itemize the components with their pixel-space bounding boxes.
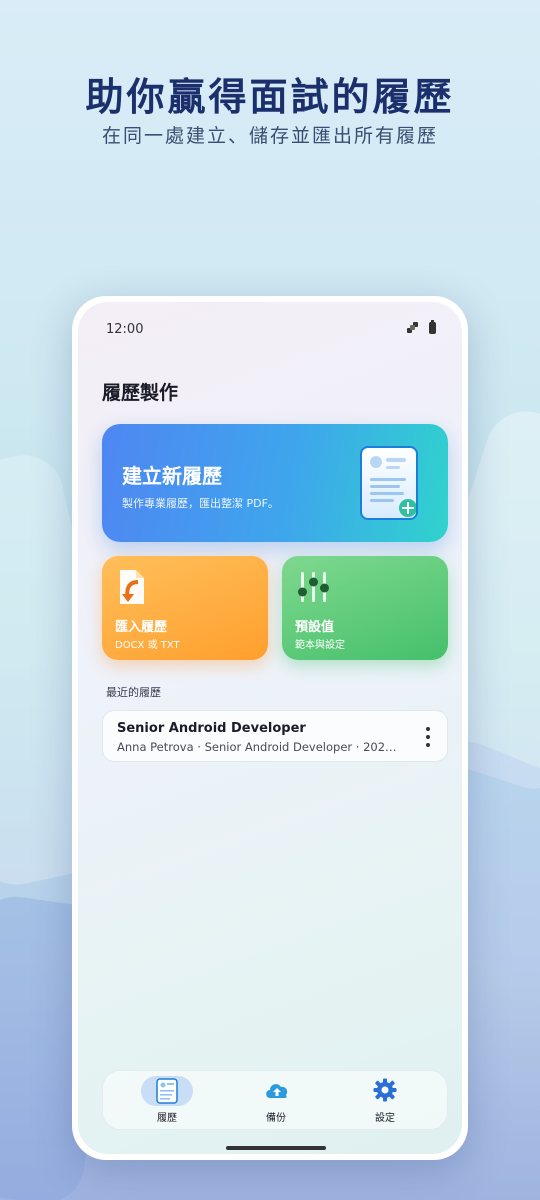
nav-item-backup[interactable]: 備份 bbox=[226, 1071, 326, 1131]
gear-icon bbox=[373, 1078, 397, 1104]
nav-label-resume: 履歷 bbox=[157, 1113, 177, 1124]
import-resume-title: 匯入履歷 bbox=[115, 620, 168, 635]
battery-icon bbox=[429, 320, 436, 334]
page-title: 履歷製作 bbox=[102, 382, 179, 404]
home-indicator[interactable] bbox=[226, 1146, 326, 1150]
status-time: 12:00 bbox=[106, 322, 144, 337]
presets-subtitle: 範本與設定 bbox=[295, 640, 345, 651]
status-icons bbox=[407, 320, 436, 334]
nav-label-backup: 備份 bbox=[266, 1113, 286, 1124]
import-resume-subtitle: DOCX 或 TXT bbox=[115, 640, 180, 651]
recent-resume-item[interactable]: Senior Android Developer Anna Petrova · … bbox=[102, 710, 448, 762]
nav-label-settings: 設定 bbox=[375, 1113, 395, 1124]
create-resume-title: 建立新履歷 bbox=[122, 464, 222, 488]
cloud-upload-icon bbox=[264, 1078, 288, 1104]
import-resume-card[interactable]: 匯入履歷 DOCX 或 TXT bbox=[102, 556, 268, 660]
marketing-headline: 助你贏得面試的履歷 bbox=[85, 75, 455, 119]
resume-icon bbox=[155, 1078, 179, 1104]
new-document-icon bbox=[360, 446, 418, 520]
import-file-icon bbox=[116, 568, 148, 606]
bottom-navigation: 履歷 備份 設定 bbox=[102, 1070, 448, 1130]
more-options-icon[interactable] bbox=[425, 727, 431, 747]
resume-item-subtitle: Anna Petrova · Senior Android Developer … bbox=[117, 740, 403, 754]
nav-item-settings[interactable]: 設定 bbox=[335, 1071, 435, 1131]
resume-item-title: Senior Android Developer bbox=[117, 721, 306, 736]
sliders-icon bbox=[296, 570, 332, 604]
nav-item-resume[interactable]: 履歷 bbox=[117, 1071, 217, 1131]
presets-title: 預設值 bbox=[295, 620, 335, 635]
signal-icon bbox=[407, 322, 419, 334]
create-resume-card[interactable]: 建立新履歷 製作專業履歷，匯出整潔 PDF。 bbox=[102, 424, 448, 542]
create-resume-subtitle: 製作專業履歷，匯出整潔 PDF。 bbox=[122, 497, 279, 510]
app-screen: 12:00 履歷製作 建立新履歷 製作專業履歷，匯出整潔 PDF。 匯入履歷 D… bbox=[78, 302, 462, 1154]
presets-card[interactable]: 預設值 範本與設定 bbox=[282, 556, 448, 660]
recent-resumes-label: 最近的履歷 bbox=[106, 686, 161, 699]
marketing-subline: 在同一處建立、儲存並匯出所有履歷 bbox=[101, 125, 438, 147]
phone-frame: 12:00 履歷製作 建立新履歷 製作專業履歷，匯出整潔 PDF。 匯入履歷 D… bbox=[72, 296, 468, 1160]
